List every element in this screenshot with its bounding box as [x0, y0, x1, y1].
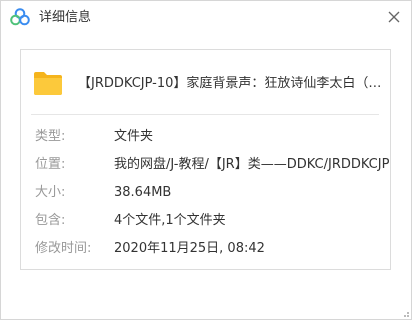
detail-row-type: 类型: 文件夹: [35, 128, 385, 146]
detail-label: 大小:: [35, 185, 66, 200]
resize-grip-icon[interactable]: [400, 308, 410, 318]
detail-label: 类型:: [35, 129, 66, 144]
detail-value: 我的网盘/J-教程/【JR】类——DDKC/JRDDKCJP: [114, 157, 390, 172]
title-bar[interactable]: 详细信息: [1, 1, 411, 35]
divider: [31, 114, 379, 115]
details-dialog: 详细信息 【JRDDKCJP-10】家庭背景声：狂放诗仙李太白（完结） 类型: …: [0, 0, 412, 320]
details-card: 【JRDDKCJP-10】家庭背景声：狂放诗仙李太白（完结） 类型: 文件夹 位…: [20, 49, 391, 270]
folder-icon: [34, 72, 62, 95]
detail-label: 包含:: [35, 213, 66, 228]
cloud-app-icon: [10, 8, 30, 26]
detail-value: 文件夹: [114, 129, 154, 144]
item-name: 【JRDDKCJP-10】家庭背景声：狂放诗仙李太白（完结）: [78, 76, 382, 91]
detail-row-modified: 修改时间: 2020年11月25日, 08:42: [35, 240, 385, 258]
detail-row-location: 位置: 我的网盘/J-教程/【JR】类——DDKC/JRDDKCJP: [35, 156, 389, 174]
detail-value: 38.64MB: [114, 185, 172, 200]
dialog-title: 详细信息: [39, 10, 92, 25]
close-icon[interactable]: [381, 4, 407, 30]
detail-value: 2020年11月25日, 08:42: [114, 241, 265, 256]
detail-row-contains: 包含: 4个文件,1个文件夹: [35, 212, 385, 230]
detail-value: 4个文件,1个文件夹: [114, 213, 226, 228]
detail-row-size: 大小: 38.64MB: [35, 184, 385, 202]
detail-label: 修改时间:: [35, 241, 92, 256]
detail-label: 位置:: [35, 157, 66, 172]
